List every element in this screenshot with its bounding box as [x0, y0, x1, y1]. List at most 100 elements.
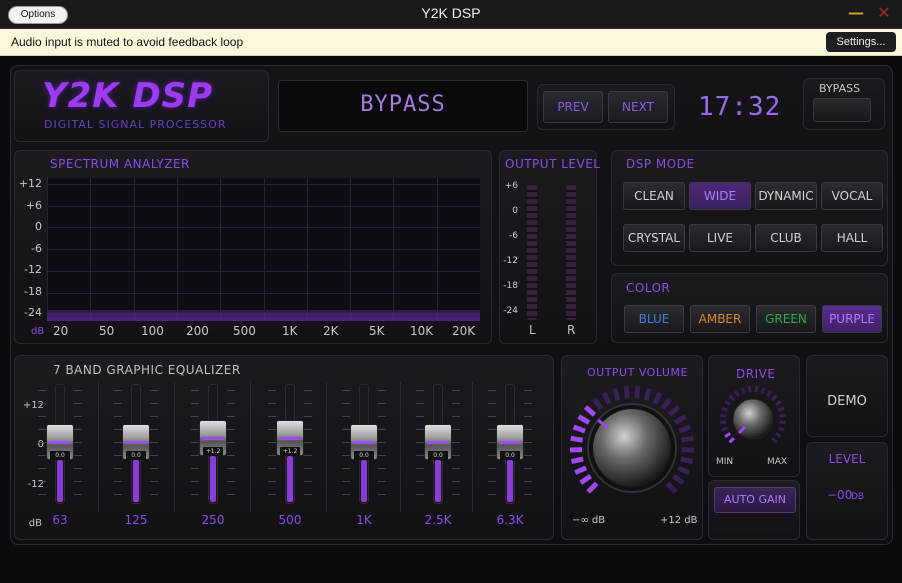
volume-scale-segment: [574, 465, 588, 475]
dsp-mode-club-button[interactable]: CLUB: [755, 224, 817, 252]
eq-slider-fill: [507, 460, 513, 502]
eq-tick-mark: [452, 494, 460, 495]
eq-band-frequency: 1K: [356, 513, 372, 527]
eq-tick-mark: [74, 442, 82, 443]
eq-slider-knob[interactable]: 0.0: [350, 424, 378, 460]
spectrum-x-tick: 10K: [410, 324, 434, 338]
eq-tick-mark: [150, 468, 158, 469]
eq-band-frequency: 125: [124, 513, 148, 527]
demo-button[interactable]: DEMO: [806, 394, 888, 409]
eq-tick-mark: [378, 403, 386, 404]
eq-band-63: 0.0 63: [24, 380, 96, 527]
eq-tick-mark: [378, 468, 386, 469]
drive-scale-segment: [777, 426, 785, 432]
dsp-mode-hall-button[interactable]: HALL: [821, 224, 883, 252]
eq-band-value: 0.0: [428, 451, 448, 460]
eq-tick-mark: [74, 403, 82, 404]
auto-gain-button[interactable]: AUTO GAIN: [714, 487, 796, 513]
eq-slider-knob[interactable]: +1.2: [276, 419, 304, 456]
eq-tick-mark: [38, 494, 46, 495]
drive-scale-segment: [779, 420, 786, 425]
color-green-button[interactable]: GREEN: [756, 305, 816, 333]
eq-tick-mark: [524, 481, 532, 482]
eq-separator: [400, 382, 401, 512]
volume-scale-segment: [570, 435, 584, 443]
next-button[interactable]: NEXT: [608, 91, 668, 123]
eq-slider-knob[interactable]: 0.0: [496, 424, 524, 460]
eq-tick-mark: [524, 494, 532, 495]
prev-button[interactable]: PREV: [543, 91, 603, 123]
eq-slider-knob[interactable]: 0.0: [424, 424, 452, 460]
eq-knob-indicator: [279, 436, 301, 440]
drive-max-label: MAX: [767, 457, 788, 467]
eq-tick-mark: [227, 416, 235, 417]
eq-tick-mark: [304, 403, 312, 404]
eq-tick-mark: [38, 455, 46, 456]
eq-band-frequency: 6.3K: [496, 513, 524, 527]
eq-knob-indicator: [499, 441, 521, 444]
eq-slider-knob[interactable]: 0.0: [122, 424, 150, 460]
drive-knob[interactable]: [714, 384, 792, 454]
eq-tick-mark: [416, 468, 424, 469]
eq-tick-mark: [488, 494, 496, 495]
eq-tick-mark: [38, 442, 46, 443]
meter-tick: -6: [509, 231, 518, 241]
eq-knob-indicator: [49, 441, 71, 444]
eq-tick-mark: [416, 403, 424, 404]
eq-tick-mark: [378, 429, 386, 430]
spectrum-unit: dB: [31, 326, 45, 337]
color-title: COLOR: [626, 281, 671, 295]
dsp-mode-clean-button[interactable]: CLEAN: [623, 182, 685, 210]
drive-scale-segment: [721, 426, 729, 432]
eq-tick-mark: [114, 494, 122, 495]
eq-separator: [326, 382, 327, 512]
volume-knob-dial[interactable]: [564, 380, 700, 510]
eq-separator: [250, 382, 251, 512]
color-blue-button[interactable]: BLUE: [624, 305, 684, 333]
settings-button[interactable]: Settings...: [826, 32, 896, 52]
volume-scale-segment: [680, 456, 694, 464]
level-unit: DB: [851, 492, 865, 502]
spectrum-y-tick: +12: [18, 177, 42, 190]
eq-separator: [472, 382, 473, 512]
eq-tick-mark: [488, 416, 496, 417]
eq-tick-mark: [378, 494, 386, 495]
level-value: −00: [827, 488, 853, 502]
eq-tick-mark: [524, 390, 532, 391]
dsp-mode-dynamic-button[interactable]: DYNAMIC: [755, 182, 817, 210]
drive-scale-segment: [771, 437, 778, 444]
volume-scale-segment: [667, 405, 681, 417]
eq-tick-mark: [304, 390, 312, 391]
bypass-button[interactable]: [813, 98, 871, 122]
meter-tick: +6: [504, 181, 518, 191]
eq-slider-fill: [287, 455, 293, 502]
spectrum-y-tick: -6: [31, 241, 42, 255]
output-level-title: OUTPUT LEVEL: [505, 157, 601, 171]
color-purple-button[interactable]: PURPLE: [822, 305, 882, 333]
eq-tick-mark: [524, 416, 532, 417]
close-button[interactable]: ✕: [876, 3, 892, 23]
volume-scale-segment: [583, 405, 597, 417]
spectrum-x-tick: 1K: [282, 324, 298, 338]
dsp-mode-wide-button[interactable]: WIDE: [689, 182, 751, 210]
dsp-mode-crystal-button[interactable]: CRYSTAL: [623, 224, 685, 252]
volume-scale-segment: [586, 481, 599, 494]
eq-slider-knob[interactable]: +1.2: [199, 419, 227, 456]
eq-tick-mark: [114, 442, 122, 443]
meter-left: [527, 185, 537, 320]
spectrum-grid-line: [47, 227, 480, 229]
eq-tick-mark: [74, 429, 82, 430]
spectrum-x-tick: 50: [99, 324, 115, 338]
spectrum-plot: [47, 178, 480, 321]
dsp-mode-live-button[interactable]: LIVE: [689, 224, 751, 252]
minimize-button[interactable]: —: [848, 3, 864, 23]
eq-band-frequency: 63: [52, 513, 68, 527]
eq-slider-knob[interactable]: 0.0: [46, 424, 74, 460]
window-title: Y2K DSP: [421, 5, 481, 21]
eq-tick-mark: [452, 455, 460, 456]
color-amber-button[interactable]: AMBER: [690, 305, 750, 333]
eq-tick-mark: [416, 494, 424, 495]
dsp-mode-vocal-button[interactable]: VOCAL: [821, 182, 883, 210]
eq-tick-mark: [378, 481, 386, 482]
spectrum-x-tick: 20: [53, 324, 69, 338]
